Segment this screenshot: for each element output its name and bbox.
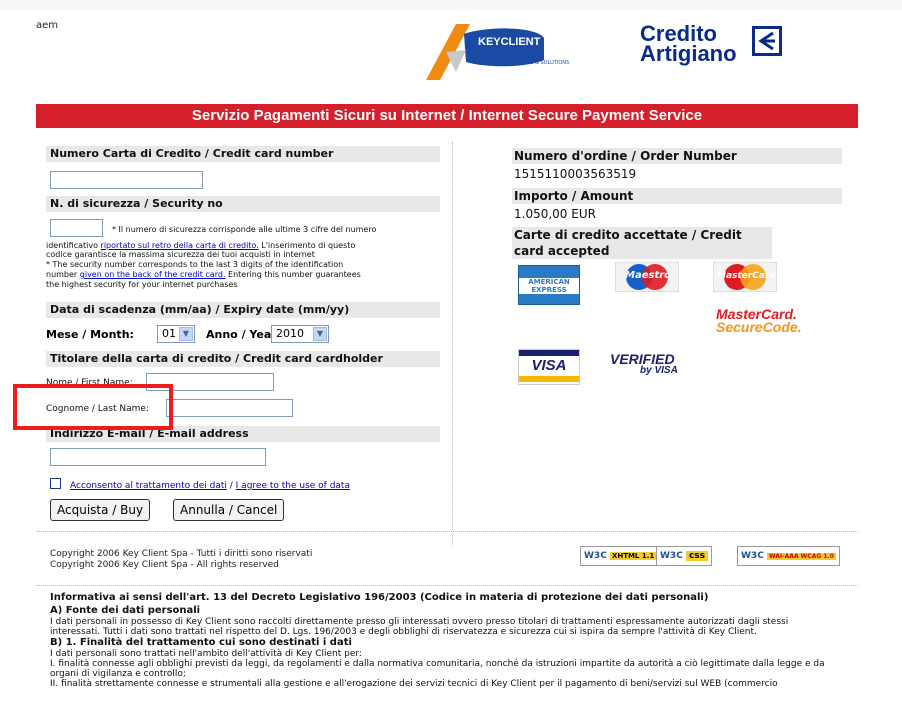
amex-text-2: EXPRESS xyxy=(531,286,567,294)
back-of-card-link-it[interactable]: riportato sul retro della carta di credi… xyxy=(101,241,259,250)
highlight-box xyxy=(13,384,173,430)
amex-text-1: AMERICAN xyxy=(528,278,570,286)
w3c-css-badge[interactable]: W3C css xyxy=(656,546,712,566)
keyclient-tagline: CARDS & SOLUTIONS xyxy=(516,60,570,66)
top-strip xyxy=(0,0,902,10)
w3c-mark: W3C xyxy=(660,551,683,561)
month-value: 01 xyxy=(162,327,176,340)
year-select[interactable]: 2010 ▼ xyxy=(271,325,329,343)
last-name-input[interactable] xyxy=(166,399,293,417)
privacy-title: Informativa ai sensi dell'art. 13 del De… xyxy=(50,592,709,603)
copyright-it: Copyright 2006 Key Client Spa - Tutti i … xyxy=(50,549,313,559)
consent-link-it[interactable]: Acconsento al trattamento dei dati xyxy=(70,481,227,491)
security-note-en-2: number given on the back of the credit c… xyxy=(46,270,361,280)
privacy-notice: Informativa ai sensi dell'art. 13 del De… xyxy=(50,591,840,689)
privacy-section-b-item2: II. finalità strettamente connesse e str… xyxy=(50,679,778,689)
security-heading: N. di sicurezza / Security no xyxy=(46,196,440,212)
cardholder-heading: Titolare della carta di credito / Credit… xyxy=(46,351,440,367)
cancel-button[interactable]: Annulla / Cancel xyxy=(173,499,285,521)
consent-checkbox[interactable] xyxy=(50,478,61,489)
verified-text-2: by VISA xyxy=(640,365,678,376)
maestro-text: Maestro xyxy=(625,270,672,281)
banner-title: Servizio Pagamenti Sicuri su Internet / … xyxy=(36,104,858,128)
copyright: Copyright 2006 Key Client Spa - Tutti i … xyxy=(50,549,312,571)
month-label-en: / Month: xyxy=(78,328,134,341)
corner-text: aem xyxy=(36,20,59,31)
security-number-input[interactable] xyxy=(50,219,103,237)
mastercard-text: MasterCard xyxy=(717,271,776,281)
expiry-heading: Data di scadenza (mm/aa) / Expiry date (… xyxy=(46,302,440,318)
year-label: Anno / Year: xyxy=(206,328,281,341)
month-label: Mese / Month: xyxy=(46,328,134,341)
column-divider xyxy=(452,142,453,546)
security-note-it-2a: identificativo xyxy=(46,241,101,250)
security-note-en-2a: number xyxy=(46,270,80,279)
keyclient-logo: KEYCLIENT CARDS & SOLUTIONS xyxy=(426,22,592,82)
back-of-card-link-en[interactable]: given on the back of the credit card. xyxy=(80,270,226,279)
visa-text: VISA xyxy=(531,357,567,374)
mastercard-logo: MasterCard xyxy=(713,262,777,292)
consent-separator: / xyxy=(226,481,236,491)
amount-value: 1.050,00 EUR xyxy=(514,207,596,221)
w3c-mark: W3C xyxy=(741,551,764,561)
verified-by-visa-logo: VERIFIED by VISA xyxy=(610,352,710,382)
privacy-section-b-heading: B) 1. Finalità del trattamento cui sono … xyxy=(50,637,352,648)
credito-artigiano-logo: Credito Artigiano xyxy=(640,23,790,76)
badge-label: css xyxy=(685,551,708,561)
visa-logo: VISA xyxy=(518,349,580,385)
verified-text-1: VERIFIED xyxy=(610,351,675,367)
keyclient-name: KEYCLIENT xyxy=(478,36,541,48)
email-input[interactable] xyxy=(50,448,266,466)
year-value: 2010 xyxy=(276,327,304,340)
security-note-en-2b: Entering this number guarantees xyxy=(225,270,361,279)
consent-link-en[interactable]: I agree to the use of data xyxy=(236,481,350,491)
maestro-logo: Maestro xyxy=(615,262,679,292)
buy-button[interactable]: Acquista / Buy xyxy=(50,499,151,521)
divider-line xyxy=(36,531,858,532)
amount-heading: Importo / Amount xyxy=(512,188,842,204)
security-note-it-1: * Il numero di sicurezza corrisponde all… xyxy=(112,225,377,234)
order-number-value: 1515110003563519 xyxy=(514,167,637,181)
mastercard-securecode-logo: MasterCard. SecureCode. xyxy=(716,307,816,338)
copyright-en: Copyright 2006 Key Client Spa - All righ… xyxy=(50,560,279,570)
divider-line xyxy=(36,585,858,586)
security-note-en-3: the highest security for your internet p… xyxy=(46,280,238,289)
card-number-heading: Numero Carta di Credito / Credit card nu… xyxy=(46,146,440,162)
consent-text: Acconsento al trattamento dei dati / I a… xyxy=(70,481,350,491)
month-select[interactable]: 01 ▼ xyxy=(157,325,195,343)
privacy-section-b-intro: I dati personali sono trattati nell'ambi… xyxy=(50,649,362,659)
amex-logo: AMERICAN EXPRESS xyxy=(518,265,580,305)
chevron-down-icon: ▼ xyxy=(313,327,327,341)
chevron-down-icon: ▼ xyxy=(179,327,193,341)
bank-name-line2: Artigiano xyxy=(640,41,737,66)
w3c-wai-badge[interactable]: W3C WAI-AAA WCAG 1.0 xyxy=(737,546,840,566)
security-note-en-1: * The security number corresponds to the… xyxy=(46,260,344,269)
month-label-it: Mese xyxy=(46,328,79,341)
card-number-input[interactable] xyxy=(50,171,203,189)
privacy-section-a-heading: A) Fonte dei dati personali xyxy=(50,605,201,616)
privacy-section-a-text: I dati personali in possesso di Key Clie… xyxy=(50,617,789,637)
w3c-xhtml-badge[interactable]: W3C XHTML 1.1 xyxy=(580,546,661,566)
year-label-it: Anno xyxy=(206,328,238,341)
w3c-mark: W3C xyxy=(584,551,607,561)
bank-mark-icon xyxy=(752,26,782,56)
accepted-cards-heading: Carte di credito accettate / Credit card… xyxy=(512,227,772,259)
securecode-text-2: SecureCode. xyxy=(716,319,802,335)
badge-label: XHTML 1.1 xyxy=(609,552,657,560)
badge-label: WAI-AAA WCAG 1.0 xyxy=(766,553,836,560)
security-note-it-3: codice garantisce la massima sicurezza d… xyxy=(46,250,315,259)
order-number-heading: Numero d'ordine / Order Number xyxy=(512,148,842,164)
security-note-it-2b: L'inserimento di questo xyxy=(258,241,356,250)
privacy-section-b-item1: I. finalità connesse agli obblighi previ… xyxy=(50,659,825,679)
